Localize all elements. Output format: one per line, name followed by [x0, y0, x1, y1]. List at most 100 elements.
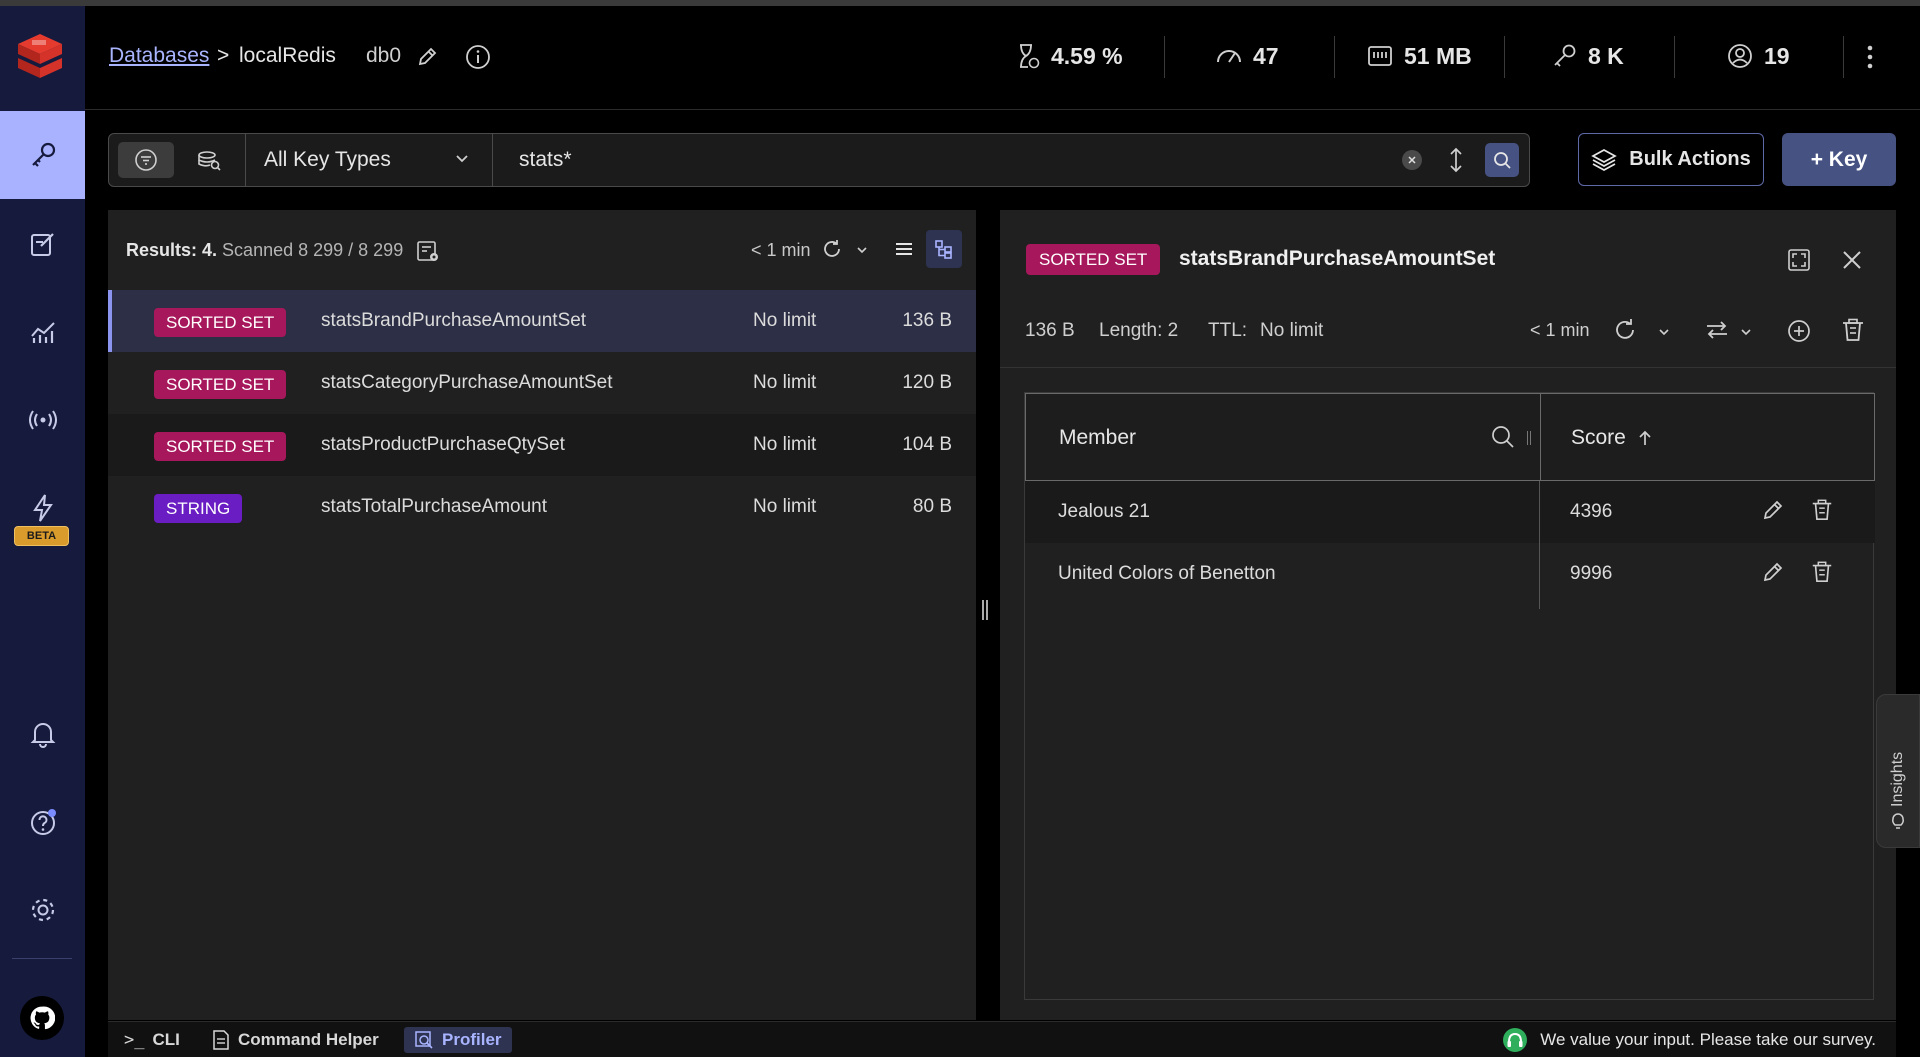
scan-settings-button[interactable] — [415, 238, 441, 269]
formatter-dropdown[interactable] — [1738, 324, 1754, 340]
key-row[interactable]: SORTED SET statsCategoryPurchaseAmountSe… — [108, 352, 976, 414]
last-refresh-label: < 1 min — [1530, 320, 1590, 340]
table-row: United Colors of Benetton 9996 — [1025, 543, 1875, 605]
bulk-actions-button[interactable]: Bulk Actions — [1578, 133, 1764, 186]
table-settings-icon — [417, 241, 438, 261]
edit-member-button[interactable] — [1761, 560, 1785, 590]
gear-icon — [31, 898, 54, 922]
cli-button[interactable]: >_ CLI — [124, 1027, 180, 1053]
clients-stat: 19 — [1726, 42, 1790, 70]
key-name-title[interactable]: statsBrandPurchaseAmountSet — [1179, 247, 1495, 271]
close-details-button[interactable] — [1840, 248, 1864, 272]
key-size: 136 B — [902, 310, 952, 331]
key-type-value: All Key Types — [264, 148, 391, 171]
notifications-button[interactable] — [0, 690, 85, 778]
score-value: 4396 — [1570, 501, 1613, 522]
score-column-header[interactable]: Score — [1571, 426, 1654, 450]
auto-refresh-dropdown[interactable] — [854, 242, 870, 263]
plus-circle-icon — [1788, 320, 1810, 342]
stat-divider — [1674, 36, 1675, 78]
bulk-actions-label: Bulk Actions — [1629, 148, 1751, 170]
search-submit-button[interactable] — [1485, 143, 1519, 177]
key-details-panel: SORTED SET statsBrandPurchaseAmountSet 1… — [1000, 210, 1896, 1020]
lightning-icon — [32, 494, 53, 522]
insights-tab[interactable]: Insights — [1876, 694, 1920, 848]
redis-logo-icon[interactable] — [12, 30, 68, 86]
redisearch-button[interactable] — [181, 142, 237, 178]
ttl-label: TTL: — [1208, 320, 1248, 341]
broadcast-icon — [28, 410, 57, 430]
sidebar-item-workbench[interactable] — [0, 200, 85, 288]
chevron-down-icon — [1659, 329, 1669, 336]
databases-link[interactable]: Databases — [109, 44, 209, 67]
refresh-key-button[interactable] — [1612, 317, 1638, 343]
tree-icon — [935, 240, 952, 259]
beta-badge: BETA — [14, 526, 69, 546]
key-row[interactable]: SORTED SET statsProductPurchaseQtySet No… — [108, 414, 976, 476]
search-input[interactable]: stats* — [519, 134, 572, 186]
memory-value: 51 MB — [1404, 42, 1472, 69]
cpu-stat: 4.59 % — [1013, 42, 1123, 70]
key-type-badge: SORTED SET — [154, 308, 287, 337]
sidebar-divider — [12, 958, 72, 959]
key-row[interactable]: SORTED SET statsBrandPurchaseAmountSet N… — [108, 290, 976, 352]
edit-db-index-button[interactable] — [416, 46, 438, 73]
member-value: Jealous 21 — [1058, 501, 1150, 522]
profiler-button[interactable]: Profiler — [404, 1027, 512, 1053]
add-member-button[interactable] — [1786, 318, 1812, 344]
more-menu-button[interactable] — [1866, 44, 1874, 75]
settings-button[interactable] — [0, 866, 85, 954]
sidebar-item-pubsub[interactable] — [0, 376, 85, 464]
formatter-button[interactable] — [1704, 318, 1730, 342]
column-resize-handle[interactable] — [1527, 431, 1533, 445]
tree-view-button[interactable] — [926, 230, 962, 268]
delete-member-button[interactable] — [1810, 559, 1834, 591]
survey-link[interactable]: We value your input. Please take our sur… — [1502, 1027, 1876, 1053]
ttl-value[interactable]: No limit — [1260, 320, 1323, 342]
refresh-icon — [824, 240, 840, 257]
last-refresh-label: < 1 min — [751, 240, 811, 260]
delete-member-button[interactable] — [1810, 497, 1834, 529]
help-button[interactable] — [0, 778, 85, 866]
github-button[interactable] — [20, 996, 64, 1040]
key-size: 80 B — [912, 496, 952, 517]
search-members-button[interactable] — [1490, 424, 1516, 455]
close-icon — [1843, 251, 1861, 269]
key-row[interactable]: STRING statsTotalPurchaseAmount No limit… — [108, 476, 976, 538]
pattern-search-button[interactable] — [118, 142, 174, 178]
command-helper-button[interactable]: Command Helper — [212, 1027, 379, 1053]
delete-key-button[interactable] — [1840, 317, 1866, 343]
sidebar-item-browser[interactable] — [0, 111, 85, 199]
key-type-badge: SORTED SET — [1026, 244, 1161, 275]
refresh-list-button[interactable] — [821, 238, 843, 265]
auto-refresh-dropdown[interactable] — [1656, 324, 1672, 340]
fullscreen-button[interactable] — [1786, 247, 1812, 273]
stat-divider — [1504, 36, 1505, 78]
key-name: statsCategoryPurchaseAmountSet — [321, 372, 613, 393]
profiler-icon — [415, 1031, 433, 1049]
filter-icon — [135, 149, 157, 171]
edit-member-button[interactable] — [1761, 498, 1785, 528]
sidebar-item-analysis[interactable] — [0, 288, 85, 376]
top-header: Databases > localRedis db0 4.59 % 47 51 … — [85, 6, 1920, 110]
scan-more-button[interactable] — [1445, 146, 1467, 179]
key-ttl: No limit — [753, 434, 817, 455]
keys-value: 8 K — [1588, 42, 1624, 69]
edit-document-icon — [30, 233, 54, 256]
search-icon — [1494, 152, 1511, 169]
breadcrumb-separator: > — [217, 44, 230, 67]
key-type-select[interactable]: All Key Types — [246, 134, 493, 186]
score-column-label: Score — [1571, 426, 1626, 449]
arrow-up-icon — [1639, 430, 1651, 445]
pencil-icon — [418, 47, 437, 66]
fullscreen-icon — [1788, 249, 1810, 271]
chart-icon — [30, 322, 55, 343]
list-view-button[interactable] — [886, 230, 922, 268]
db-info-button[interactable] — [465, 44, 491, 75]
panel-resize-handle[interactable] — [981, 600, 989, 630]
key-size: 104 B — [902, 434, 952, 455]
swap-arrows-icon — [1707, 321, 1727, 339]
add-key-button[interactable]: + Key — [1782, 133, 1896, 186]
scanned-count: Scanned 8 299 / 8 299 — [222, 240, 404, 260]
clear-search-button[interactable] — [1402, 150, 1422, 170]
